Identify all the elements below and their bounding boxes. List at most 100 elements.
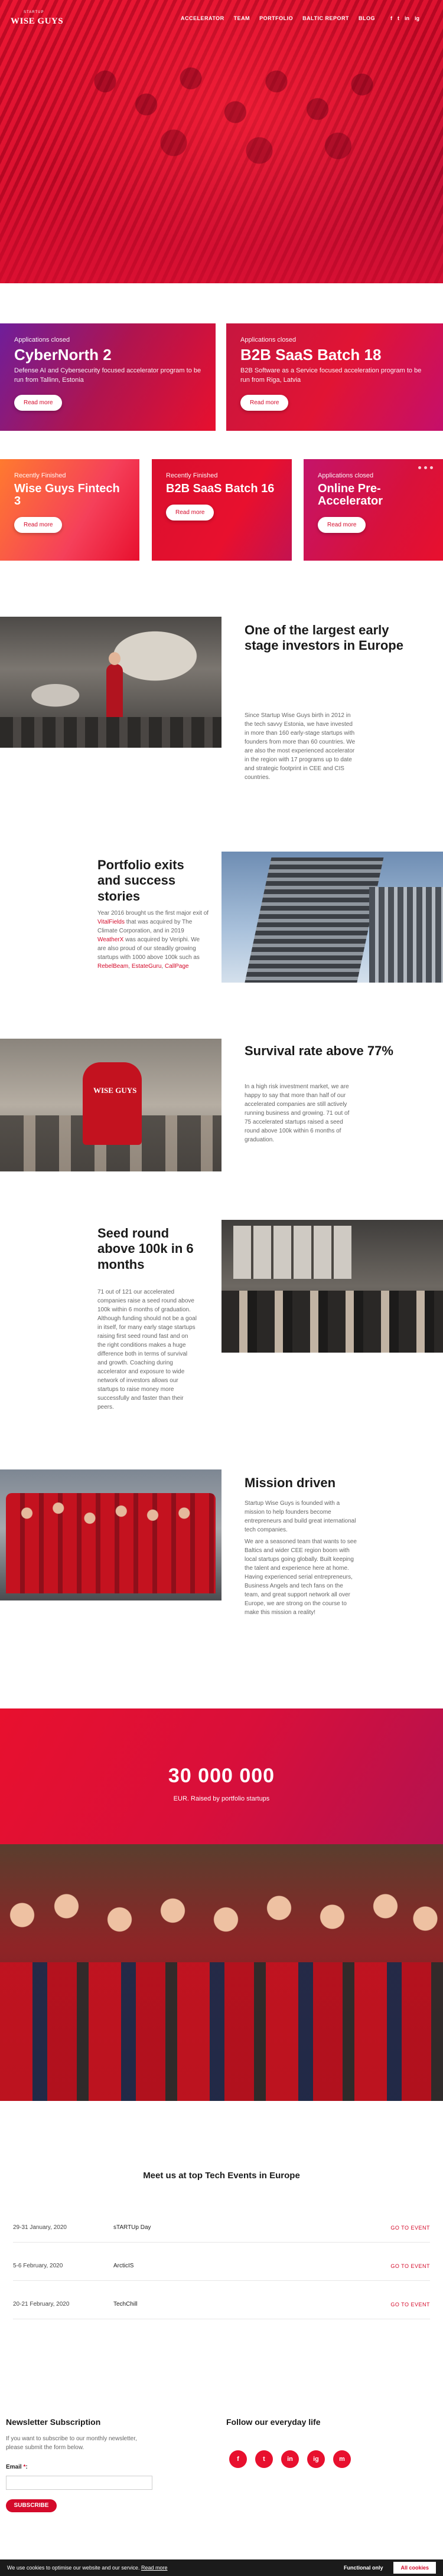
follow-title: Follow our everyday life [226,2417,321,2427]
logo-main: WISE GUYS [11,17,64,26]
go-to-event-link[interactable]: GO TO EVENT [390,2263,430,2269]
text-part: Year 2016 brought us the first major exi… [97,910,209,917]
feature-text-mission-2: We are a seasoned team that wants to see… [245,1539,357,1616]
carousel-dot[interactable] [430,466,433,469]
facebook-icon[interactable]: f [390,15,392,21]
twitter-icon[interactable]: t [398,15,399,21]
cookie-text: We use cookies to optimise our website a… [7,2565,140,2571]
building-photo [222,852,443,983]
audience [0,717,222,748]
header-socials: f t in ig [390,15,419,21]
program-card-b2b-saas-18: Applications closed B2B SaaS Batch 18 B2… [226,323,443,431]
crowd-bodies [0,1962,443,2101]
card-text: B2B Software as a Service focused accele… [240,367,422,384]
carousel-dot[interactable] [418,466,421,469]
go-to-event-link[interactable]: GO TO EVENT [390,2225,430,2231]
card-title: Online Pre-Accelerator [318,482,383,508]
facebook-icon[interactable]: f [229,2450,247,2468]
email-label: Email *: [6,2464,28,2470]
card-status: Applications closed [14,336,70,343]
card-status: Recently Finished [14,472,66,479]
email-label-colon: : [25,2464,28,2470]
workshop-people [222,1291,443,1353]
feature-text-seed: 71 out of 121 our accelerated companies … [97,1289,197,1410]
card-status: Applications closed [240,336,297,343]
estateguru-link[interactable]: EstateGuru [132,963,162,970]
card-status: Applications closed [318,472,374,479]
rebelbeam-link[interactable]: RebelBeam [97,963,128,970]
linkedin-icon[interactable]: in [405,15,409,21]
events-title: Meet us at top Tech Events in Europe [143,2171,300,2181]
menu-portfolio[interactable]: PORTFOLIO [259,15,293,21]
weatherx-link[interactable]: WeatherX [97,937,123,943]
read-more-button[interactable]: Read more [14,517,63,533]
wise-guys-tshirt: WISE GUYS [83,1062,142,1145]
card-title: Wise Guys Fintech 3 [14,482,120,508]
celebration-crowd-photo [0,1844,443,2101]
feature-text-largest: Since Startup Wise Guys birth in 2012 in… [245,712,356,781]
read-more-button[interactable]: Read more [318,517,366,533]
speaker-head [109,652,120,665]
event-name: ArcticIS [113,2263,134,2269]
carousel-dot[interactable] [424,466,427,469]
read-more-button[interactable]: Read more [240,395,289,411]
read-more-button[interactable]: Read more [14,395,63,411]
all-cookies-button[interactable]: All cookies [393,2562,436,2574]
presentation-photo [0,617,222,748]
vitalfields-link[interactable]: VitalFields [97,919,125,925]
window-light [233,1226,351,1279]
instagram-icon[interactable]: ig [415,15,419,21]
hero-crowd-photo [71,35,413,189]
feature-text-mission-1: Startup Wise Guys is founded with a miss… [245,1500,356,1533]
program-card-fintech-3: Recently Finished Wise Guys Fintech 3 Re… [0,459,139,561]
feature-title-exits: Portfolio exits and success stories [97,857,184,904]
newsletter-text: If you want to subscribe to our monthly … [6,2436,137,2451]
functional-only-button[interactable]: Functional only [344,2565,383,2571]
stat-number: 30 000 000 [168,1765,275,1787]
card-title: CyberNorth 2 [14,346,112,364]
feature-title-largest: One of the largest early stage investors… [245,623,403,653]
stat-banner: 30 000 000 EUR. Raised by portfolio star… [0,1708,443,1844]
feature-text-exits: Year 2016 brought us the first major exi… [97,909,210,971]
footer-socials: f t in ig m [229,2450,351,2468]
feature-text-survival: In a high risk investment market, we are… [245,1084,350,1143]
menu-blog[interactable]: BLOG [359,15,375,21]
linkedin-icon[interactable]: in [281,2450,299,2468]
feature-title-survival: Survival rate above 77% [245,1043,393,1058]
event-date: 29-31 January, 2020 [13,2224,67,2231]
top-navigation: STARTUP WISE GUYS ACCELERATOR TEAM PORTF… [0,8,443,32]
hero-banner: STARTUP WISE GUYS ACCELERATOR TEAM PORTF… [0,0,443,283]
read-more-button[interactable]: Read more [166,505,214,521]
program-card-online-pre-accelerator: Applications closed Online Pre-Accelerat… [304,459,443,561]
medium-icon[interactable]: m [333,2450,351,2468]
crowd-faces [0,1880,443,1968]
email-field[interactable] [6,2476,152,2490]
tshirt-logo-text: WISE GUYS [93,1086,137,1095]
menu-team[interactable]: TEAM [234,15,250,21]
program-card-b2b-saas-16: Recently Finished B2B SaaS Batch 16 Read… [152,459,292,561]
logo-top: STARTUP [24,11,44,14]
menu-accelerator[interactable]: ACCELERATOR [181,15,224,21]
cookie-read-more-link[interactable]: Read more [141,2565,168,2571]
team-member-photo: WISE GUYS [0,1039,222,1171]
cookie-message: We use cookies to optimise our website a… [7,2565,344,2571]
instagram-icon[interactable]: ig [307,2450,325,2468]
card-title: B2B SaaS Batch 18 [240,346,382,364]
building-shape-2 [369,887,443,983]
workshop-photo [222,1220,443,1353]
hero-fade [0,177,443,283]
go-to-event-link[interactable]: GO TO EVENT [390,2302,430,2307]
event-name: TechChill [113,2301,138,2307]
twitter-icon[interactable]: t [255,2450,273,2468]
event-row: 20-21 February, 2020 TechChill GO TO EVE… [13,2290,430,2319]
event-row: 29-31 January, 2020 sTARTUp Day GO TO EV… [13,2213,430,2243]
cookie-bar: We use cookies to optimise our website a… [0,2559,443,2576]
stat-label: EUR. Raised by portfolio startups [173,1795,270,1802]
feature-title-mission: Mission driven [245,1475,336,1490]
page: STARTUP WISE GUYS ACCELERATOR TEAM PORTF… [0,0,443,2576]
menu-baltic-report[interactable]: BALTIC REPORT [302,15,349,21]
callpage-link[interactable]: CallPage [165,963,189,970]
logo[interactable]: STARTUP WISE GUYS [11,11,67,30]
card-title: B2B SaaS Batch 16 [166,482,275,495]
subscribe-button[interactable]: SUBSCRIBE [6,2499,57,2512]
